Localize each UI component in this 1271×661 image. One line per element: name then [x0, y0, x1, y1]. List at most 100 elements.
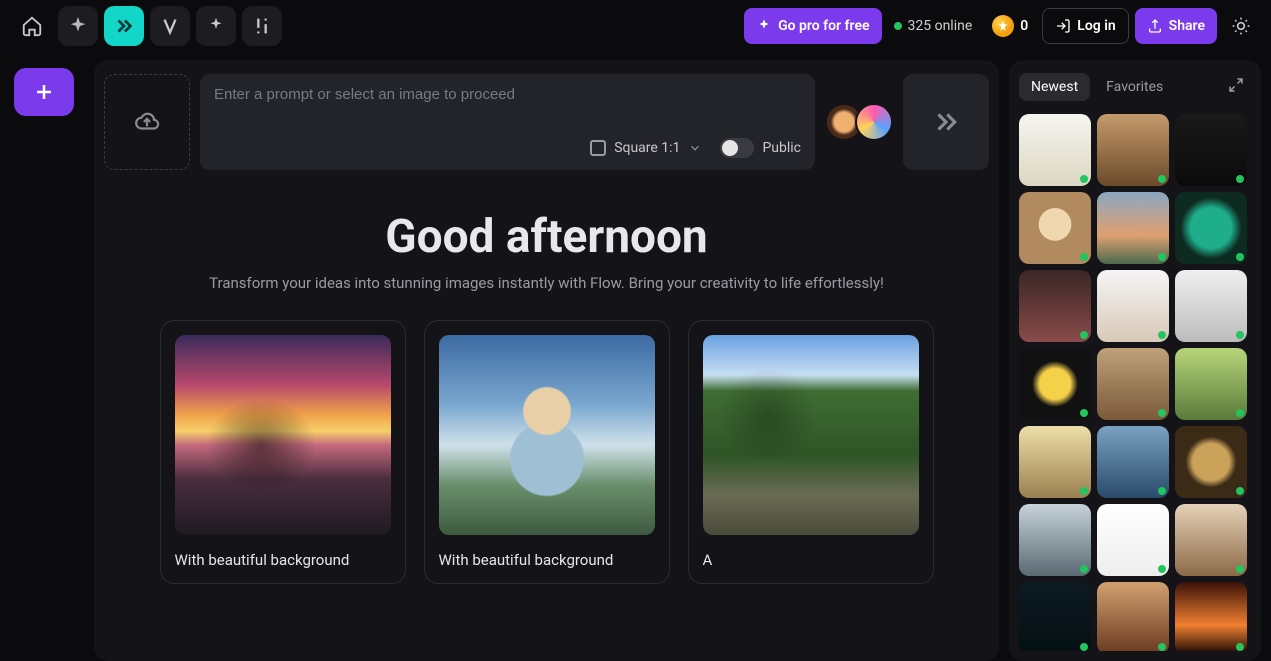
suggestion-cards: With beautiful background With beautiful… — [104, 320, 989, 584]
status-dot-icon — [1236, 175, 1244, 183]
tab-newest[interactable]: Newest — [1019, 73, 1090, 101]
status-dot-icon — [1236, 565, 1244, 573]
card-caption: With beautiful background — [175, 551, 391, 569]
status-dot-icon — [1080, 331, 1088, 339]
card-thumbnail — [439, 335, 655, 535]
go-pro-label: Go pro for free — [778, 18, 869, 34]
status-dot-icon — [1158, 331, 1166, 339]
home-button[interactable] — [12, 6, 52, 46]
gallery-item[interactable] — [1097, 582, 1169, 651]
left-rail — [10, 60, 84, 661]
coin-icon — [992, 15, 1014, 37]
online-dot-icon — [894, 22, 902, 30]
public-toggle[interactable] — [720, 138, 754, 158]
gallery-item[interactable] — [1019, 114, 1091, 186]
center-panel: Square 1:1 Public Good afternoon Tr — [94, 60, 999, 661]
suggestion-card[interactable]: A — [688, 320, 934, 584]
gallery-item[interactable] — [1097, 348, 1169, 420]
share-button[interactable]: Share — [1135, 8, 1217, 44]
suggestion-card[interactable]: With beautiful background — [424, 320, 670, 584]
prompt-row: Square 1:1 Public — [104, 74, 989, 170]
gallery-item[interactable] — [1019, 582, 1091, 651]
sliders-icon — [251, 15, 273, 37]
double-chevron-right-icon — [931, 107, 961, 137]
gallery-item[interactable] — [1097, 192, 1169, 264]
public-toggle-row: Public — [720, 138, 801, 158]
public-label: Public — [762, 140, 801, 156]
prompt-input[interactable] — [214, 86, 801, 103]
status-dot-icon — [1158, 175, 1166, 183]
status-dot-icon — [1236, 487, 1244, 495]
status-dot-icon — [1236, 253, 1244, 261]
greeting-subtitle: Transform your ideas into stunning image… — [104, 274, 989, 292]
gallery-item[interactable] — [1097, 504, 1169, 576]
gallery-item[interactable] — [1175, 348, 1247, 420]
gallery-item[interactable] — [1019, 192, 1091, 264]
status-dot-icon — [1080, 565, 1088, 573]
status-dot-icon — [1158, 409, 1166, 417]
tab-favorites[interactable]: Favorites — [1094, 73, 1175, 101]
login-button[interactable]: Log in — [1042, 8, 1128, 44]
aspect-ratio-selector[interactable]: Square 1:1 — [590, 140, 702, 156]
gallery-grid — [1019, 114, 1251, 651]
home-icon — [21, 15, 43, 37]
coins-value: 0 — [1020, 18, 1028, 34]
status-dot-icon — [1080, 175, 1088, 183]
new-button[interactable] — [14, 68, 74, 116]
right-panel-tabs: Newest Favorites — [1019, 70, 1251, 104]
gallery-item[interactable] — [1097, 114, 1169, 186]
gallery-item[interactable] — [1097, 270, 1169, 342]
sparkle-icon — [67, 15, 89, 37]
gallery-item[interactable] — [1175, 504, 1247, 576]
double-chevron-icon — [113, 15, 135, 37]
main-area: Square 1:1 Public Good afternoon Tr — [0, 52, 1271, 661]
top-bar: Go pro for free 325 online 0 Log in Shar… — [0, 0, 1271, 52]
gallery-item[interactable] — [1019, 426, 1091, 498]
upload-image-button[interactable] — [104, 74, 190, 170]
chevron-down-icon — [688, 141, 702, 155]
tool-spark-button[interactable] — [58, 6, 98, 46]
expand-panel-button[interactable] — [1221, 70, 1251, 104]
generate-button[interactable] — [903, 74, 989, 170]
prompt-options: Square 1:1 Public — [214, 138, 801, 158]
tool-v-button[interactable] — [150, 6, 190, 46]
status-dot-icon — [1158, 565, 1166, 573]
gallery-item[interactable] — [1019, 504, 1091, 576]
status-dot-icon — [1158, 487, 1166, 495]
coins-counter[interactable]: 0 — [992, 15, 1028, 37]
gallery-item[interactable] — [1175, 582, 1247, 651]
gallery-item[interactable] — [1019, 348, 1091, 420]
online-count: 325 online — [908, 18, 973, 34]
tool-adjust-button[interactable] — [242, 6, 282, 46]
prompt-box: Square 1:1 Public — [200, 74, 815, 170]
suggestion-card[interactable]: With beautiful background — [160, 320, 406, 584]
gallery-item[interactable] — [1175, 192, 1247, 264]
aspect-ratio-label: Square 1:1 — [614, 140, 680, 156]
v-letter-icon — [159, 15, 181, 37]
status-dot-icon — [1158, 643, 1166, 651]
status-dot-icon — [1236, 331, 1244, 339]
login-icon — [1055, 18, 1071, 34]
status-dot-icon — [1158, 253, 1166, 261]
login-label: Log in — [1077, 18, 1115, 34]
greeting-title: Good afternoon — [104, 210, 989, 264]
tool-flow-button[interactable] — [104, 6, 144, 46]
tool-magic-button[interactable] — [196, 6, 236, 46]
style-avatars — [825, 74, 893, 170]
right-panel: Newest Favorites — [1009, 60, 1261, 661]
card-caption: A — [703, 551, 919, 569]
gallery-item[interactable] — [1175, 426, 1247, 498]
gallery-item[interactable] — [1175, 114, 1247, 186]
online-indicator: 325 online — [894, 18, 973, 34]
go-pro-button[interactable]: Go pro for free — [744, 8, 881, 44]
gallery-item[interactable] — [1019, 270, 1091, 342]
style-avatar-2[interactable] — [855, 103, 893, 141]
theme-toggle-button[interactable] — [1223, 8, 1259, 44]
card-thumbnail — [175, 335, 391, 535]
status-dot-icon — [1080, 253, 1088, 261]
gallery-item[interactable] — [1175, 270, 1247, 342]
share-label: Share — [1169, 18, 1205, 34]
sun-icon — [1231, 16, 1251, 36]
card-caption: With beautiful background — [439, 551, 655, 569]
gallery-item[interactable] — [1097, 426, 1169, 498]
